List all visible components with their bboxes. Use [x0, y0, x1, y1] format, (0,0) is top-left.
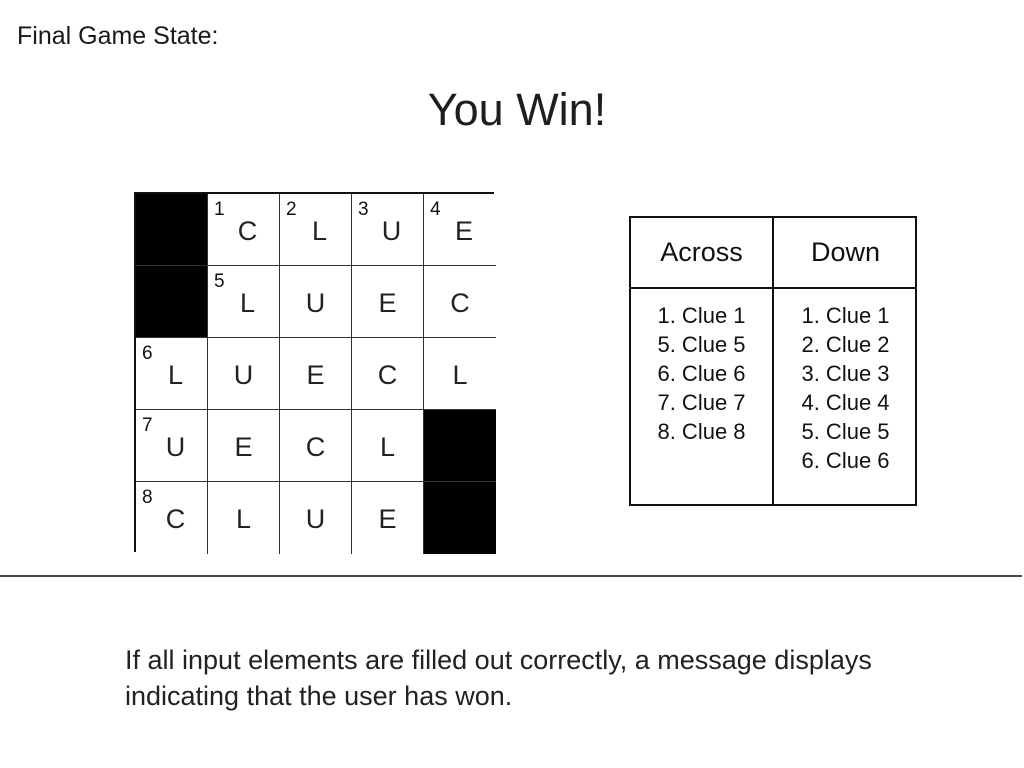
cell-letter: L	[167, 360, 184, 390]
down-clue: 3. Clue 3	[801, 361, 890, 386]
across-clue-list: 1. Clue 1 5. Clue 5 6. Clue 6 7. Clue 7 8. C…	[631, 289, 774, 504]
across-clue: 1. Clue 1	[657, 303, 746, 328]
page-heading: Final Game State:	[17, 22, 219, 50]
cell-letter: C	[165, 504, 186, 534]
cell-letter: C	[377, 360, 398, 390]
grid-cell[interactable]: E	[280, 338, 352, 410]
grid-cell[interactable]: 2L	[280, 194, 352, 266]
grid-cell[interactable]: L	[352, 410, 424, 482]
down-header: Down	[774, 218, 917, 289]
black-cell	[136, 194, 208, 266]
clue-number: 8	[142, 487, 153, 508]
divider	[0, 575, 1022, 577]
black-cell	[424, 482, 496, 554]
grid-cell[interactable]: 5L	[208, 266, 280, 338]
down-clue: 4. Clue 4	[801, 390, 890, 415]
description-text: If all input elements are filled out cor…	[125, 645, 872, 711]
black-cell	[136, 266, 208, 338]
cell-letter: E	[378, 288, 397, 318]
cell-letter: C	[450, 288, 470, 318]
grid-cell[interactable]: U	[208, 338, 280, 410]
clue-number: 3	[358, 199, 369, 220]
grid-cell[interactable]: E	[352, 482, 424, 554]
clue-number: 1	[214, 199, 225, 220]
grid-cell[interactable]: L	[424, 338, 496, 410]
across-clue: 7. Clue 7	[657, 390, 746, 415]
cell-letter: E	[454, 216, 473, 246]
clue-number: 2	[286, 199, 297, 220]
grid-cell[interactable]: U	[280, 482, 352, 554]
win-message: You Win!	[427, 84, 607, 135]
grid-cell[interactable]: 1C	[208, 194, 280, 266]
cell-letter: E	[234, 432, 253, 462]
down-clue: 5. Clue 5	[801, 419, 890, 444]
cell-letter: C	[237, 216, 258, 246]
grid-cell[interactable]: 6L	[136, 338, 208, 410]
down-clue: 1. Clue 1	[801, 303, 890, 328]
down-clue: 2. Clue 2	[801, 332, 890, 357]
cell-letter: U	[381, 216, 402, 246]
cell-letter: L	[311, 216, 328, 246]
grid-cell[interactable]: 3U	[352, 194, 424, 266]
down-clue-list: 1. Clue 1 2. Clue 2 3. Clue 3 4. Clue 4 5. C…	[774, 289, 917, 504]
cell-letter: L	[452, 360, 468, 390]
grid-cell[interactable]: U	[280, 266, 352, 338]
clue-number: 7	[142, 415, 153, 436]
cell-letter: C	[305, 432, 326, 462]
cell-letter: L	[239, 288, 256, 318]
cell-letter: E	[306, 360, 325, 390]
clue-table: Across Down 1. Clue 1 5. Clue 5 6. Clue 6 7…	[629, 216, 917, 506]
black-cell	[424, 410, 496, 482]
clue-number: 5	[214, 271, 225, 292]
grid-cell[interactable]: 8C	[136, 482, 208, 554]
grid-cell[interactable]: C	[352, 338, 424, 410]
across-clue: 6. Clue 6	[657, 361, 746, 386]
grid-cell[interactable]: E	[352, 266, 424, 338]
cell-letter: U	[233, 360, 254, 390]
cell-letter: L	[379, 432, 396, 462]
across-clue: 8. Clue 8	[657, 419, 746, 444]
crossword-grid: 1C2L3U4E5LUEC6LUECL7UECL8CLUE	[134, 192, 496, 554]
across-header: Across	[631, 218, 774, 289]
across-clue: 5. Clue 5	[657, 332, 746, 357]
page: Final Game State: You Win! 1C2L3U4E5LUEC…	[0, 0, 1024, 768]
grid-cell[interactable]: E	[208, 410, 280, 482]
grid-cell[interactable]: C	[280, 410, 352, 482]
clue-number: 6	[142, 343, 153, 364]
cell-letter: U	[305, 288, 326, 318]
clue-number: 4	[430, 199, 441, 220]
cell-letter: U	[305, 504, 326, 534]
cell-letter: L	[235, 504, 252, 534]
down-clue: 6. Clue 6	[801, 448, 890, 473]
grid-cell[interactable]: 7U	[136, 410, 208, 482]
cell-letter: U	[165, 432, 186, 462]
grid-cell[interactable]: L	[208, 482, 280, 554]
grid-cell[interactable]: 4E	[424, 194, 496, 266]
grid-cell[interactable]: C	[424, 266, 496, 338]
cell-letter: E	[378, 504, 397, 534]
